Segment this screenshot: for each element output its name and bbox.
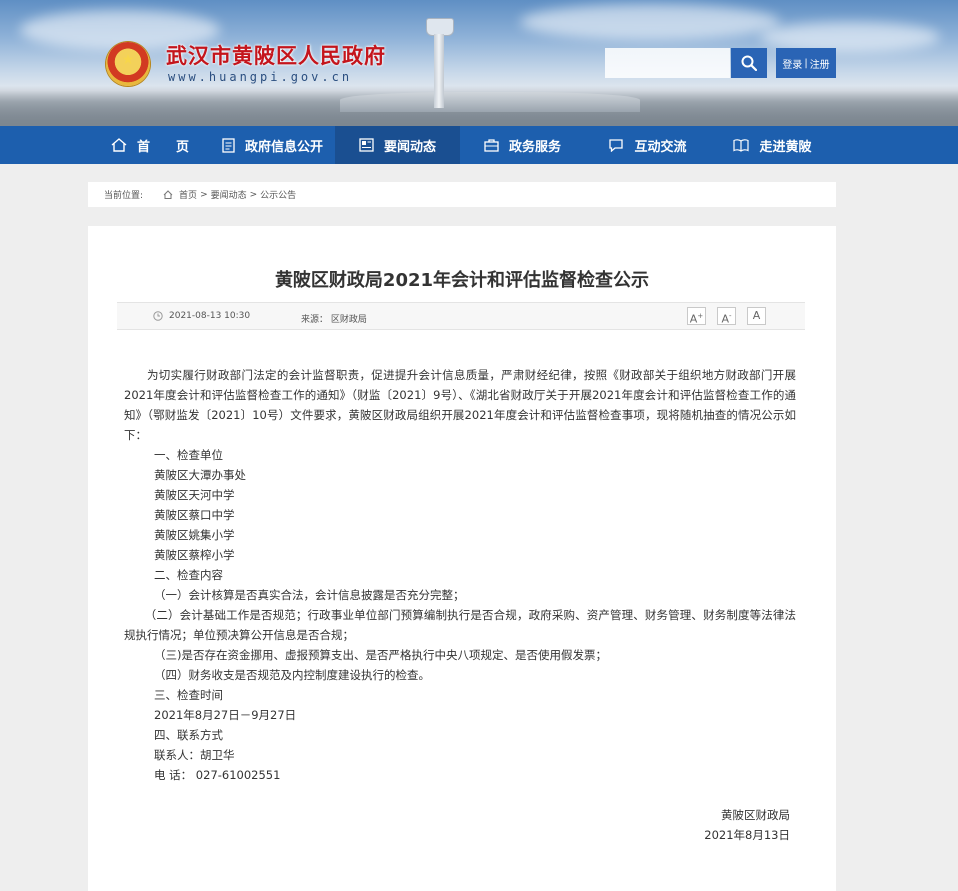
body-line: 一、检查单位 <box>154 448 223 462</box>
breadcrumb-separator: > <box>200 189 208 200</box>
publish-date-text: 2021-08-13 10:30 <box>169 311 251 321</box>
font-size-increase-button[interactable]: A+ <box>687 307 706 326</box>
breadcrumb-label: 当前位置: <box>104 191 144 201</box>
login-separator: | <box>804 57 808 69</box>
plus-icon: + <box>697 312 704 320</box>
national-emblem-icon: ★ <box>106 42 150 86</box>
article-body: 为切实履行财政部门法定的会计监督职责，促进提升会计信息质量，严肃财经纪律，按照《… <box>124 365 796 785</box>
breadcrumb-link-news[interactable]: 要闻动态 <box>211 188 247 201</box>
body-line: 三、检查时间 <box>154 688 223 702</box>
search-input[interactable] <box>605 48 730 78</box>
body-line: 2021年8月27日－9月27日 <box>154 708 297 722</box>
font-size-decrease-button[interactable]: A- <box>717 307 736 326</box>
chat-icon <box>609 139 624 152</box>
body-line: 黄陂区天河中学 <box>154 488 235 502</box>
cloud-decoration <box>520 4 780 40</box>
body-line: 黄陂区大潭办事处 <box>154 468 246 482</box>
terminal-building-decoration <box>340 92 640 112</box>
newspaper-icon <box>359 138 374 152</box>
search-icon <box>741 55 757 71</box>
body-line: 黄陂区蔡口中学 <box>154 508 235 522</box>
font-size-decrease-label: A <box>721 312 729 326</box>
intro-paragraph: 为切实履行财政部门法定的会计监督职责，促进提升会计信息质量，严肃财经纪律，按照《… <box>124 368 796 442</box>
font-size-default-label: A <box>752 309 761 322</box>
clock-icon <box>153 311 163 321</box>
signature-issuer: 黄陂区财政局 <box>721 808 790 822</box>
body-line: 联系人：胡卫华 <box>154 748 235 762</box>
article-title: 黄陂区财政局2021年会计和评估监督检查公示 <box>274 270 650 291</box>
breadcrumb: 当前位置: 首页 > 要闻动态 > 公示公告 <box>88 182 836 207</box>
body-line: 电 话： 027-61002551 <box>154 768 281 782</box>
login-register-box: 登录 | 注册 <box>776 48 836 78</box>
home-icon <box>163 190 173 199</box>
body-line: （一）会计核算是否真实合法，会计信息披露是否充分完整； <box>154 588 465 602</box>
site-title[interactable]: 武汉市黄陂区人民政府 <box>166 40 386 70</box>
font-size-default-button[interactable]: A <box>747 307 766 325</box>
home-icon <box>111 138 127 152</box>
body-line: 黄陂区蔡榨小学 <box>154 548 235 562</box>
nav-item-gov-service[interactable]: 政务服务 <box>460 126 585 164</box>
nav-item-label: 政府信息公开 <box>244 139 323 155</box>
header-banner: ★ 武汉市黄陂区人民政府 www.huangpi.gov.cn 登录 | 注册 <box>0 0 958 126</box>
breadcrumb-separator: > <box>249 189 258 200</box>
body-line: （三)是否存在资金挪用、虚报预算支出、是否严格执行中央八项规定、是否使用假发票； <box>154 648 607 662</box>
site-url: www.huangpi.gov.cn <box>168 70 353 84</box>
search-button[interactable] <box>731 48 767 78</box>
body-line: 四、联系方式 <box>154 728 223 742</box>
document-icon <box>222 137 235 153</box>
nav-item-label: 走进黄陂 <box>759 139 812 155</box>
nav-item-gov-info[interactable]: 政府信息公开 <box>210 126 335 164</box>
briefcase-icon <box>484 139 499 152</box>
nav-item-about-huangpi[interactable]: 走进黄陂 <box>710 126 835 164</box>
nav-item-label: 要闻动态 <box>383 139 436 155</box>
article-panel: 黄陂区财政局2021年会计和评估监督检查公示 2021-08-13 10:30 … <box>88 226 836 891</box>
body-line: （四）财务收支是否规范及内控制度建设执行的检查。 <box>154 668 430 682</box>
breadcrumb-link-notices[interactable]: 公示公告 <box>260 188 296 201</box>
nav-item-label: 首 页 <box>136 139 189 155</box>
nav-item-news[interactable]: 要闻动态 <box>335 126 460 164</box>
login-link[interactable]: 登录 <box>782 56 802 71</box>
nav-item-label: 政务服务 <box>508 139 561 155</box>
publish-date: 2021-08-13 10:30 <box>153 311 250 321</box>
body-paragraph-item2: （二）会计基础工作是否规范；行政事业单位部门预算编制执行是否合规，政府采购、资产… <box>124 608 796 642</box>
control-tower-decoration <box>426 18 454 108</box>
breadcrumb-link-home[interactable]: 首页 <box>179 188 197 201</box>
article-source: 来源： 区财政局 <box>301 315 367 325</box>
signature-date: 2021年8月13日 <box>704 828 790 842</box>
article-meta-bar: 2021-08-13 10:30 来源： 区财政局 A+ A- A <box>117 302 805 330</box>
body-line: 黄陂区姚集小学 <box>154 528 235 542</box>
nav-item-interaction[interactable]: 互动交流 <box>585 126 710 164</box>
minus-icon: - <box>729 312 732 320</box>
register-link[interactable]: 注册 <box>810 56 830 71</box>
main-nav: 首 页 政府信息公开 要闻动态 政务服务 互动交流 走进黄陂 <box>0 126 958 164</box>
book-icon <box>733 139 750 152</box>
nav-item-home[interactable]: 首 页 <box>90 126 210 164</box>
body-line: 二、检查内容 <box>154 568 223 582</box>
nav-item-label: 互动交流 <box>634 139 687 155</box>
